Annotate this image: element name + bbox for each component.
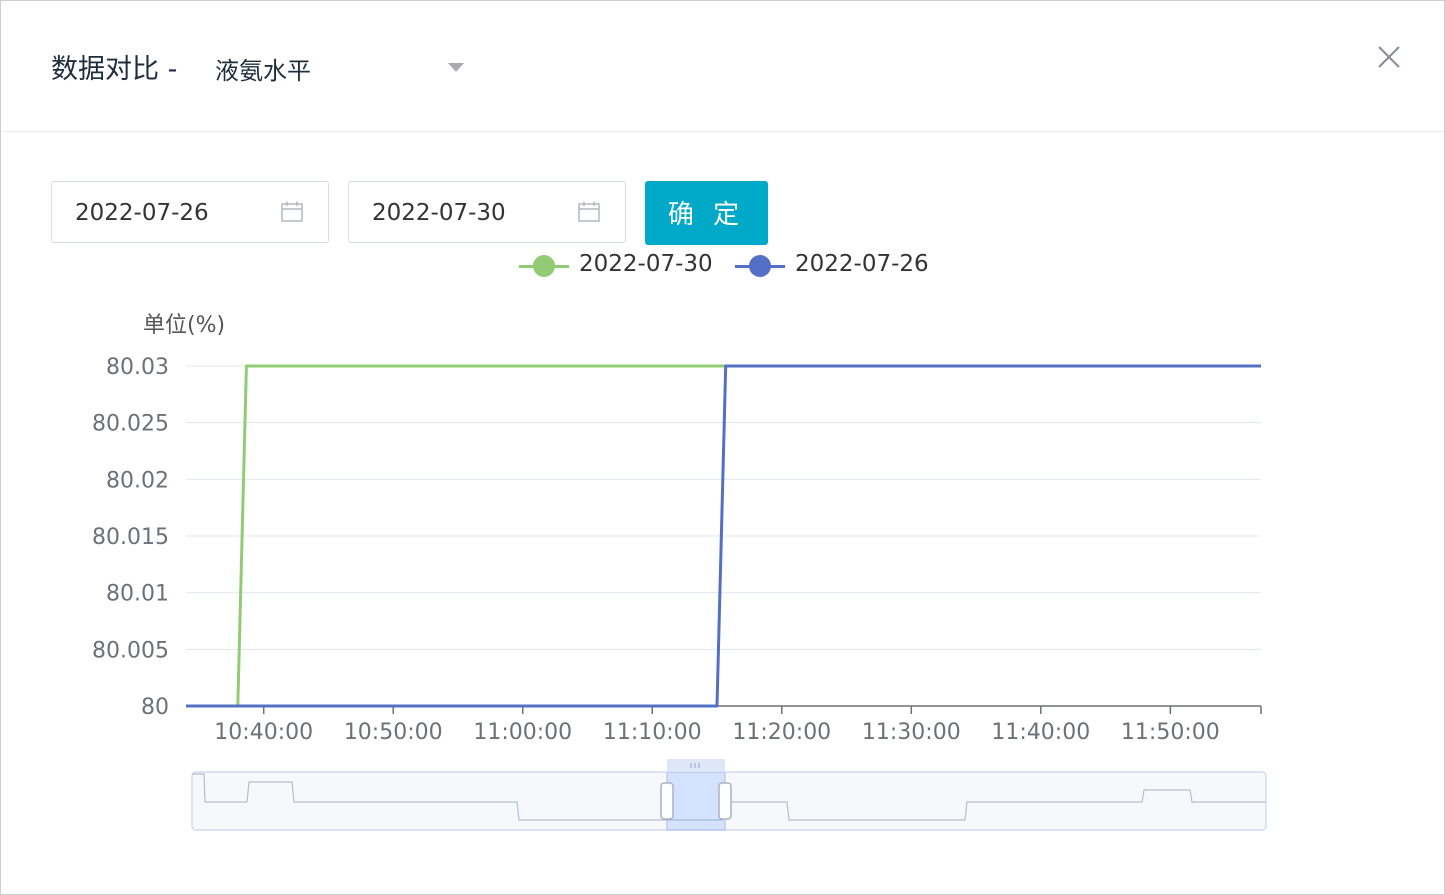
y-tick-label: 80.025 xyxy=(92,412,169,437)
zoom-selection xyxy=(666,771,726,831)
zoom-handle-right[interactable] xyxy=(718,782,732,820)
y-tick-label: 80.015 xyxy=(92,525,169,550)
x-tick-label: 10:50:00 xyxy=(344,720,443,745)
x-tick-label: 11:40:00 xyxy=(991,720,1090,745)
y-tick-label: 80 xyxy=(141,695,169,720)
x-tick-label: 10:40:00 xyxy=(214,720,313,745)
y-tick-label: 80.02 xyxy=(106,468,169,493)
x-tick-label: 11:10:00 xyxy=(603,720,702,745)
data-comparison-dialog: 数据对比 - 液氨水平 2022-07-26 2022-07-30 确 定 20… xyxy=(0,0,1445,895)
line-chart: 80 80.005 80.01 80.015 80.02 80.025 80.03 10:40… xyxy=(92,355,1267,831)
y-tick-label: 80.03 xyxy=(106,355,169,380)
x-tick-label: 11:20:00 xyxy=(732,720,831,745)
y-tick-label: 80.005 xyxy=(92,638,169,663)
y-tick-label: 80.01 xyxy=(106,582,169,607)
x-tick-label: 11:30:00 xyxy=(862,720,961,745)
x-tick-label: 11:50:00 xyxy=(1121,720,1220,745)
x-tick-label: 11:00:00 xyxy=(473,720,572,745)
zoom-handle-left[interactable] xyxy=(660,782,674,820)
zoom-move-handle xyxy=(667,759,725,772)
